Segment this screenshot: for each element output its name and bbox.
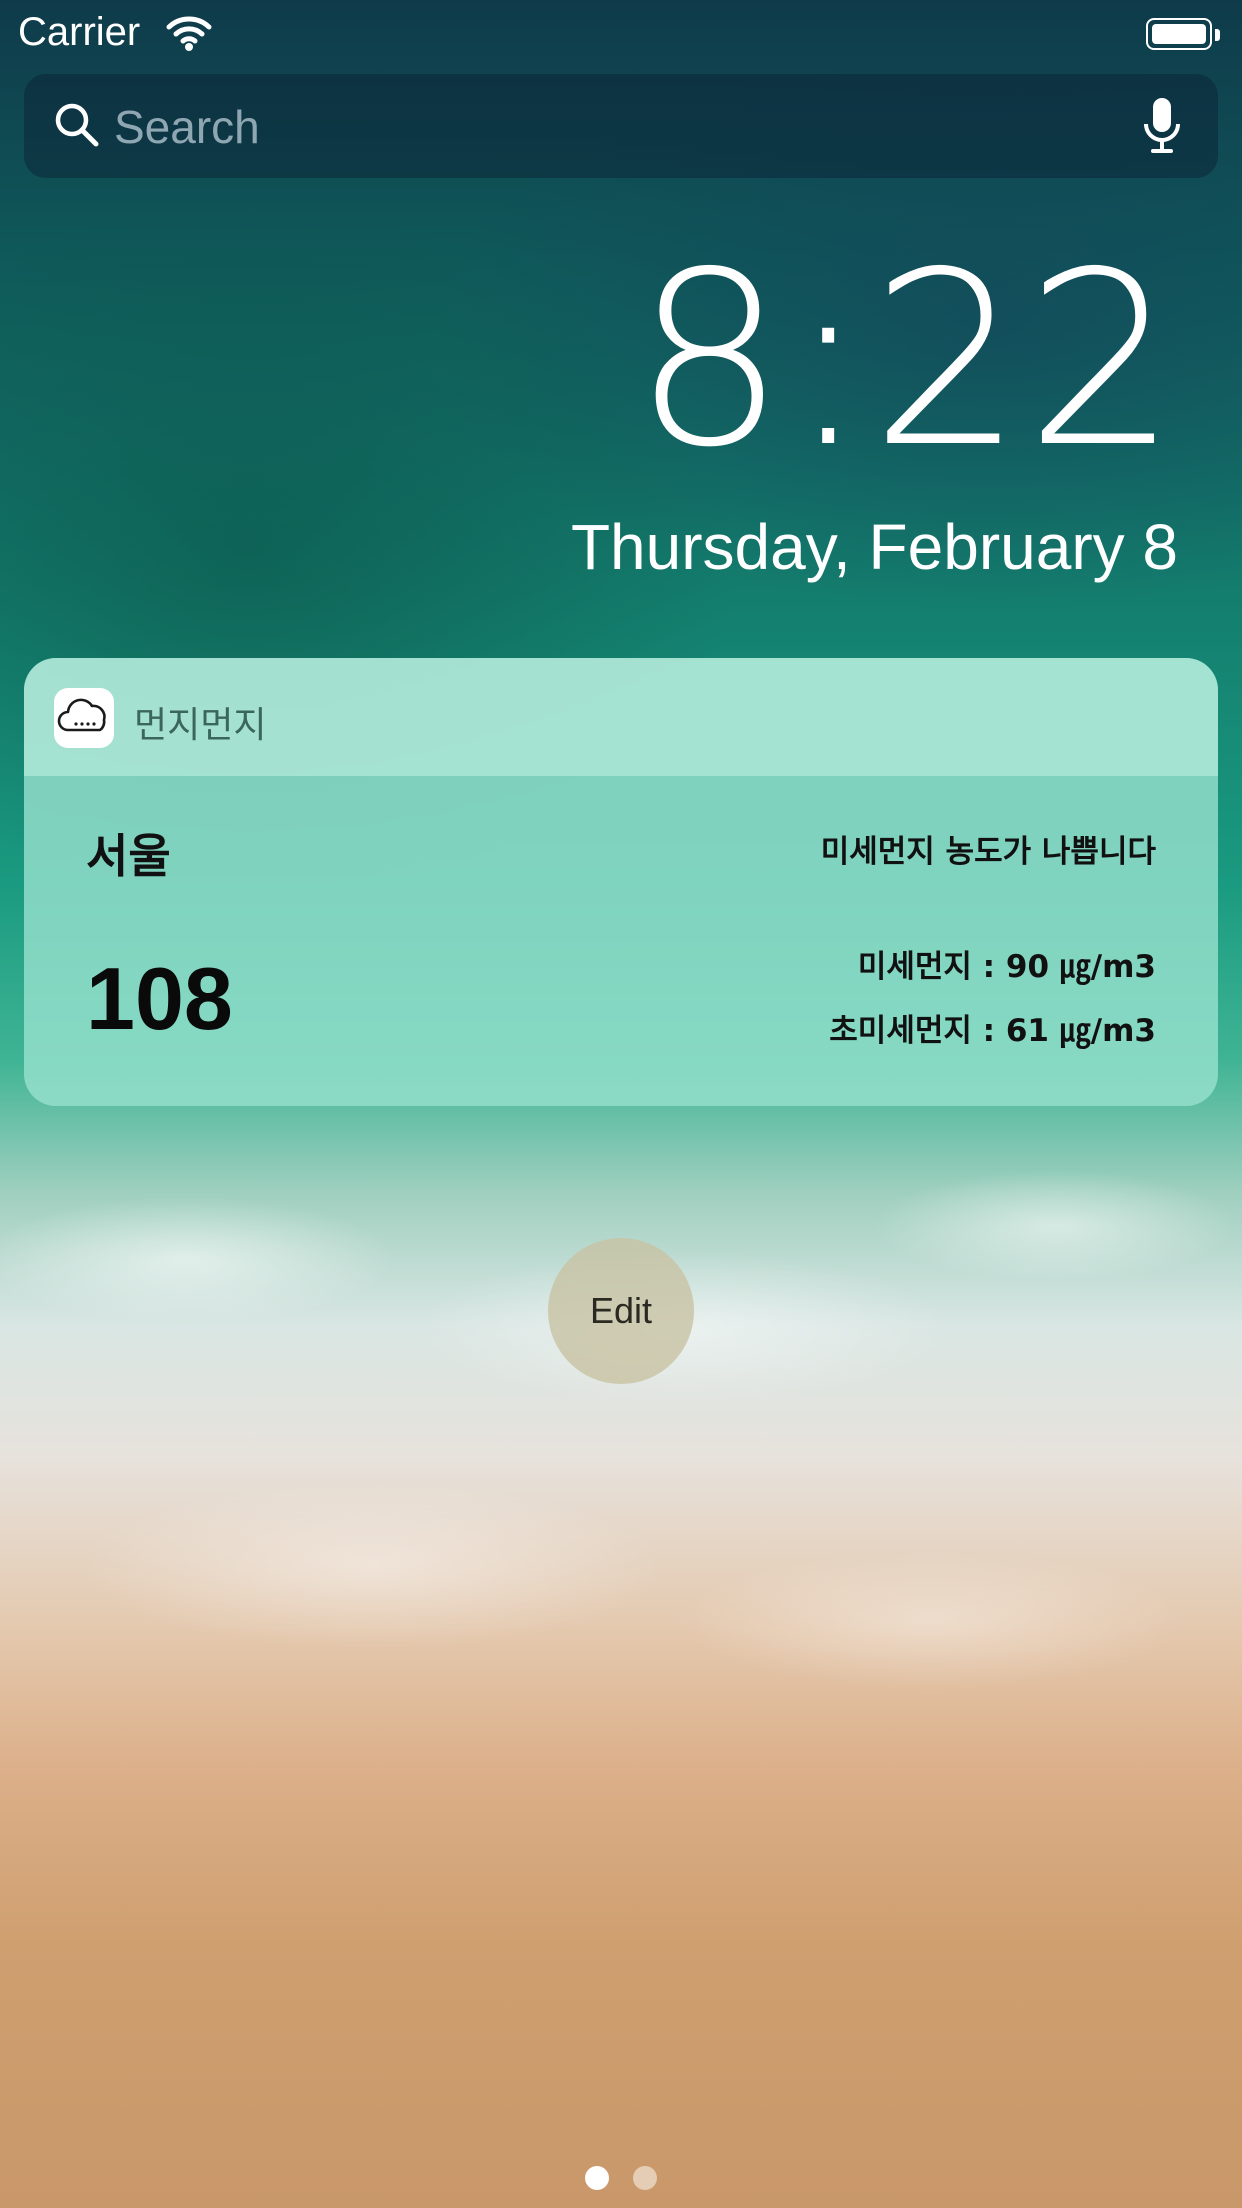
- page-dot-2[interactable]: [633, 2166, 657, 2190]
- page-dot-1[interactable]: [585, 2166, 609, 2190]
- wifi-icon: [165, 14, 213, 57]
- mic-icon[interactable]: [1142, 96, 1182, 161]
- widget-city: 서울: [86, 829, 171, 883]
- cloud-icon: [54, 688, 114, 748]
- widget-pm10: 미세먼지 : 90 ㎍/m3: [857, 949, 1156, 985]
- carrier-label: Carrier: [18, 10, 141, 54]
- wallpaper-waves: [0, 1090, 1242, 1770]
- widget-app-name: 먼지먼지: [134, 705, 267, 746]
- search-bar[interactable]: [24, 74, 1218, 178]
- battery-icon: [1146, 18, 1220, 52]
- widget-status-message: 미세먼지 농도가 나쁩니다: [820, 834, 1156, 870]
- page-indicator[interactable]: [0, 2166, 1242, 2190]
- dust-widget[interactable]: 먼지먼지 서울 108 미세먼지 농도가 나쁩니다 미세먼지 : 90 ㎍/m3…: [24, 658, 1218, 1106]
- search-icon: [52, 100, 102, 155]
- lock-date: Thursday, February 8: [570, 511, 1178, 583]
- widget-pm25: 초미세먼지 : 61 ㎍/m3: [829, 1013, 1156, 1049]
- lock-clock: 8:22: [633, 220, 1180, 500]
- status-bar: Carrier: [0, 0, 1242, 70]
- widget-aqi-value: 108: [86, 949, 233, 1048]
- search-input[interactable]: [112, 94, 1116, 160]
- widget-header: 먼지먼지: [24, 658, 1218, 776]
- edit-button[interactable]: Edit: [548, 1238, 694, 1384]
